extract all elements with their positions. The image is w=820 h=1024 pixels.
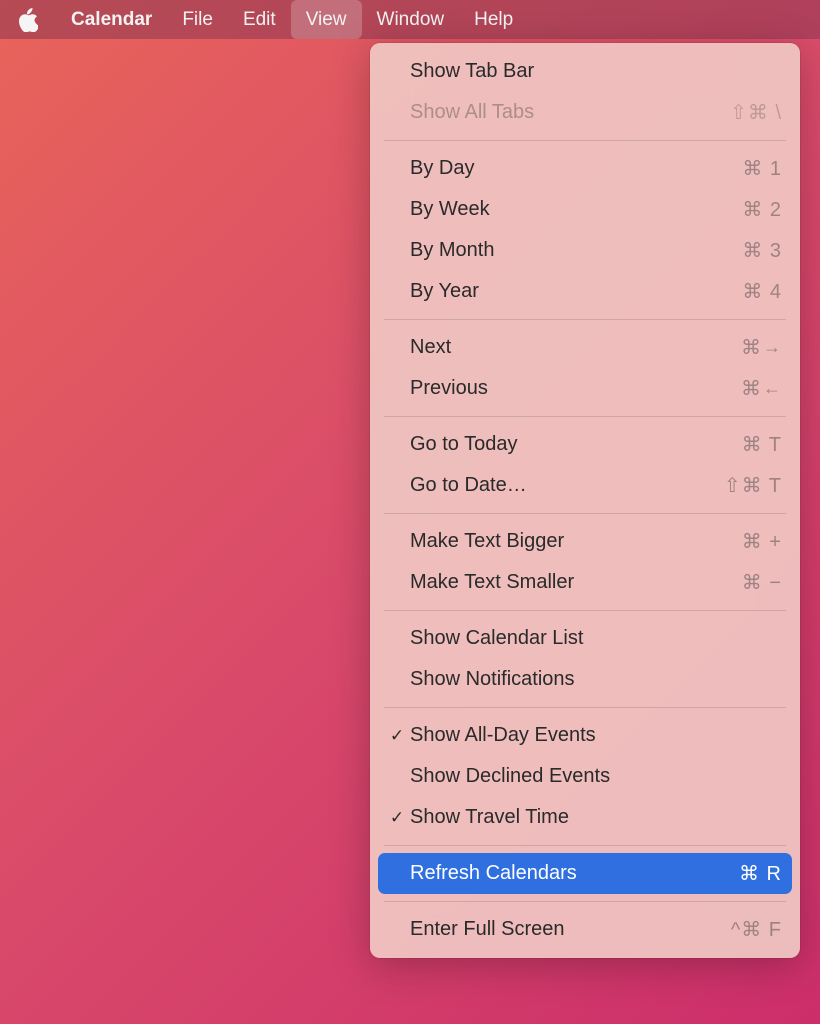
menu-item-previous[interactable]: Previous⌘← bbox=[370, 368, 800, 409]
menu-item-label: Go to Today bbox=[410, 433, 742, 456]
menu-item-label: Show Notifications bbox=[410, 668, 782, 691]
menu-item-shortcut: ^⌘ F bbox=[731, 917, 782, 942]
menu-item-next[interactable]: Next⌘→ bbox=[370, 327, 800, 368]
menu-item-shortcut: ⌘ T bbox=[742, 432, 782, 457]
view-menu-dropdown: Show Tab BarShow All Tabs⇧⌘ \By Day⌘ 1By… bbox=[370, 43, 800, 958]
checkmark-icon: ✓ bbox=[384, 808, 410, 828]
menu-separator bbox=[384, 140, 786, 141]
menu-item-label: Make Text Smaller bbox=[410, 571, 742, 594]
menu-item-show-tab-bar[interactable]: Show Tab Bar bbox=[370, 51, 800, 92]
menu-item-shortcut: ⌘ 3 bbox=[742, 238, 782, 263]
menu-item-by-day[interactable]: By Day⌘ 1 bbox=[370, 148, 800, 189]
menu-item-label: Go to Date… bbox=[410, 474, 724, 497]
menu-item-enter-full-screen[interactable]: Enter Full Screen^⌘ F bbox=[370, 909, 800, 950]
menu-item-shortcut: ⌘ 2 bbox=[742, 197, 782, 222]
menu-item-label: Show All-Day Events bbox=[410, 724, 782, 747]
menubar-app-name[interactable]: Calendar bbox=[56, 0, 167, 39]
menu-item-label: Show Tab Bar bbox=[410, 60, 782, 83]
menu-item-show-all-day-events[interactable]: ✓Show All-Day Events bbox=[370, 715, 800, 756]
menu-item-shortcut: ⌘ + bbox=[742, 529, 782, 554]
menu-item-label: Show All Tabs bbox=[410, 101, 730, 124]
menu-item-label: Make Text Bigger bbox=[410, 530, 742, 553]
menu-separator bbox=[384, 901, 786, 902]
menu-item-label: Show Travel Time bbox=[410, 806, 782, 829]
menu-item-shortcut: ⌘ 1 bbox=[742, 156, 782, 181]
menu-item-label: By Month bbox=[410, 239, 742, 262]
arrow-right-icon: → bbox=[763, 337, 782, 358]
menu-item-make-text-smaller[interactable]: Make Text Smaller⌘ − bbox=[370, 562, 800, 603]
menu-item-shortcut: ⌘ 4 bbox=[742, 279, 782, 304]
menu-separator bbox=[384, 610, 786, 611]
menu-separator bbox=[384, 707, 786, 708]
menu-item-label: Show Declined Events bbox=[410, 765, 782, 788]
menu-separator bbox=[384, 513, 786, 514]
arrow-left-icon: ← bbox=[763, 378, 782, 399]
menu-item-shortcut: ⌘ R bbox=[739, 861, 782, 886]
menu-item-show-calendar-list[interactable]: Show Calendar List bbox=[370, 618, 800, 659]
menu-item-shortcut: ⇧⌘ \ bbox=[730, 100, 782, 125]
menubar-item-help[interactable]: Help bbox=[459, 0, 528, 39]
menu-item-label: Refresh Calendars bbox=[410, 862, 739, 885]
checkmark-icon: ✓ bbox=[384, 726, 410, 746]
menu-item-label: By Day bbox=[410, 157, 742, 180]
menu-item-show-declined-events[interactable]: Show Declined Events bbox=[370, 756, 800, 797]
menu-item-make-text-bigger[interactable]: Make Text Bigger⌘ + bbox=[370, 521, 800, 562]
menu-item-go-to-today[interactable]: Go to Today⌘ T bbox=[370, 424, 800, 465]
menu-item-label: Enter Full Screen bbox=[410, 918, 731, 941]
menu-item-go-to-date[interactable]: Go to Date…⇧⌘ T bbox=[370, 465, 800, 506]
menu-item-label: By Week bbox=[410, 198, 742, 221]
menu-item-label: By Year bbox=[410, 280, 742, 303]
menu-item-shortcut: ⇧⌘ T bbox=[724, 473, 782, 498]
menubar-item-file[interactable]: File bbox=[167, 0, 228, 39]
menubar-item-window[interactable]: Window bbox=[362, 0, 460, 39]
menu-item-show-notifications[interactable]: Show Notifications bbox=[370, 659, 800, 700]
menu-item-label: Show Calendar List bbox=[410, 627, 782, 650]
menu-item-show-travel-time[interactable]: ✓Show Travel Time bbox=[370, 797, 800, 838]
apple-icon[interactable] bbox=[18, 8, 38, 32]
menu-item-shortcut: ⌘← bbox=[741, 376, 782, 401]
menu-item-show-all-tabs: Show All Tabs⇧⌘ \ bbox=[370, 92, 800, 133]
menu-item-shortcut: ⌘→ bbox=[741, 335, 782, 360]
menu-separator bbox=[384, 845, 786, 846]
menu-item-by-week[interactable]: By Week⌘ 2 bbox=[370, 189, 800, 230]
menu-separator bbox=[384, 319, 786, 320]
menu-item-by-month[interactable]: By Month⌘ 3 bbox=[370, 230, 800, 271]
menubar-item-view[interactable]: View bbox=[291, 0, 362, 39]
menu-item-label: Next bbox=[410, 336, 741, 359]
menubar-item-edit[interactable]: Edit bbox=[228, 0, 291, 39]
menu-item-shortcut: ⌘ − bbox=[742, 570, 782, 595]
menu-item-refresh-calendars[interactable]: Refresh Calendars⌘ R bbox=[378, 853, 792, 894]
menu-separator bbox=[384, 416, 786, 417]
menu-item-by-year[interactable]: By Year⌘ 4 bbox=[370, 271, 800, 312]
menu-item-label: Previous bbox=[410, 377, 741, 400]
menubar: Calendar File Edit View Window Help bbox=[0, 0, 820, 39]
